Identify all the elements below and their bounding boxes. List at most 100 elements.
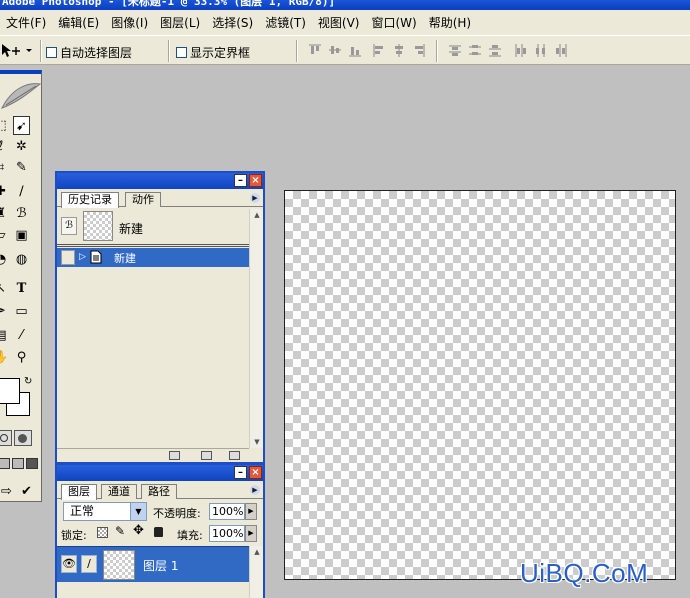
distribute-vertical-centers-icon[interactable] <box>468 43 482 58</box>
type-tool-icon[interactable]: T <box>13 279 30 298</box>
trash-icon[interactable] <box>229 451 240 460</box>
screen-mode-standard-icon[interactable] <box>0 458 10 469</box>
screen-mode-menubar-icon[interactable] <box>12 458 24 469</box>
distribute-horizontal-centers-icon[interactable] <box>534 43 548 58</box>
jump-to-imageready-icon[interactable]: ⇨ <box>0 482 15 501</box>
menu-help[interactable]: 帮助(H) <box>423 13 477 33</box>
screen-mode-full-icon[interactable] <box>26 458 38 469</box>
lock-position-icon[interactable]: ✥ <box>133 523 144 538</box>
distribute-top-edges-icon[interactable] <box>448 43 462 58</box>
new-snapshot-icon[interactable] <box>201 451 212 460</box>
clone-stamp-tool-icon[interactable]: ♜ <box>0 204 9 223</box>
align-buttons-group-2 <box>372 43 426 58</box>
history-scrollbar[interactable]: ▲ ▼ <box>249 209 263 448</box>
quick-mask-mode-icon[interactable] <box>14 430 32 446</box>
distribute-bottom-edges-icon[interactable] <box>488 43 502 58</box>
chevron-down-icon[interactable]: ▼ <box>130 503 146 520</box>
menu-view[interactable]: 视图(V) <box>312 13 366 33</box>
hand-tool-icon[interactable]: ✋ <box>0 348 9 367</box>
distribute-right-edges-icon[interactable] <box>554 43 568 58</box>
history-step-row[interactable]: ▷ 新建 <box>57 248 249 267</box>
panel-menu-arrow-icon[interactable]: ▶ <box>250 193 260 203</box>
menu-layer[interactable]: 图层(L) <box>154 13 206 33</box>
notes-tool-icon[interactable]: ▤ <box>0 326 9 345</box>
pen-tool-icon[interactable]: ✒ <box>0 302 9 321</box>
gradient-tool-icon[interactable]: ▣ <box>13 226 30 245</box>
tab-actions[interactable]: 动作 <box>125 192 161 207</box>
close-icon[interactable]: × <box>249 466 262 479</box>
minimize-icon[interactable]: – <box>234 466 247 479</box>
show-bounds-checkbox[interactable] <box>176 47 187 58</box>
zoom-tool-icon[interactable]: ⚲ <box>13 348 30 367</box>
menu-select[interactable]: 选择(S) <box>206 13 259 33</box>
brush-link-icon[interactable]: ∕ <box>81 555 97 573</box>
blend-mode-select[interactable]: 正常 ▼ <box>63 502 147 521</box>
layers-scrollbar[interactable]: ▲ <box>249 546 263 598</box>
history-state-slider-icon[interactable] <box>61 250 75 265</box>
fill-label: 填充: <box>177 529 203 542</box>
history-brush-tool-icon[interactable]: ℬ <box>13 204 30 223</box>
menu-filter[interactable]: 滤镜(T) <box>259 13 312 33</box>
auto-select-option[interactable]: 自动选择图层 <box>46 44 132 61</box>
align-top-edges-icon[interactable] <box>308 43 322 58</box>
align-vertical-centers-icon[interactable] <box>328 43 342 58</box>
scroll-up-icon[interactable]: ▲ <box>251 209 263 221</box>
lock-pixels-icon[interactable]: ✎ <box>115 524 125 538</box>
align-right-edges-icon[interactable] <box>412 43 426 58</box>
menu-window[interactable]: 窗口(W) <box>365 13 422 33</box>
opacity-field[interactable]: 100% <box>209 503 245 520</box>
history-bottom-bar <box>57 448 249 462</box>
scroll-down-icon[interactable]: ▼ <box>251 436 263 448</box>
tab-paths[interactable]: 路径 <box>141 484 177 499</box>
swap-colors-icon[interactable]: ↻ <box>24 376 32 387</box>
eraser-tool-icon[interactable]: ▱ <box>0 226 9 245</box>
auto-select-checkbox[interactable] <box>46 47 57 58</box>
edit-in-imageready-icon[interactable]: ✔ <box>18 482 35 501</box>
brush-tool-icon[interactable]: ∕ <box>13 182 30 201</box>
opacity-slider-arrow-icon[interactable]: ▶ <box>245 503 257 520</box>
align-horizontal-centers-icon[interactable] <box>392 43 406 58</box>
tab-channels[interactable]: 通道 <box>101 484 137 499</box>
lock-all-icon[interactable] <box>154 527 163 537</box>
history-panel-titlebar[interactable]: – × <box>57 173 263 189</box>
menu-image[interactable]: 图像(I) <box>105 13 154 33</box>
menu-file[interactable]: 文件(F) <box>0 13 52 33</box>
shape-tool-icon[interactable]: ▭ <box>13 302 30 321</box>
history-brush-source-icon[interactable]: ℬ <box>61 217 77 235</box>
new-document-from-state-icon[interactable] <box>169 451 180 460</box>
standard-mode-icon[interactable] <box>0 430 12 446</box>
show-bounds-option[interactable]: 显示定界框 <box>176 44 250 61</box>
healing-brush-tool-icon[interactable]: ✚ <box>0 182 9 201</box>
tab-layers[interactable]: 图层 <box>61 484 97 500</box>
magic-wand-tool-icon[interactable]: ✲ <box>13 137 30 156</box>
layer-thumbnail <box>103 550 135 580</box>
align-left-edges-icon[interactable] <box>372 43 386 58</box>
fill-slider-arrow-icon[interactable]: ▶ <box>245 525 257 542</box>
layer-row[interactable]: 👁 ∕ 图层 1 <box>57 546 249 582</box>
history-snapshot[interactable]: ℬ 新建 <box>57 209 249 245</box>
scroll-up-icon[interactable]: ▲ <box>251 546 263 558</box>
layers-panel-titlebar[interactable]: – × <box>57 465 263 481</box>
tool-preset-picker[interactable] <box>0 41 34 59</box>
align-bottom-edges-icon[interactable] <box>348 43 362 58</box>
close-icon[interactable]: × <box>249 174 262 187</box>
foreground-color-swatch[interactable] <box>0 378 20 404</box>
marquee-tool-icon[interactable]: ⬚ <box>0 116 9 135</box>
distribute-left-edges-icon[interactable] <box>514 43 528 58</box>
eyedropper-tool-icon[interactable]: ⁄ <box>13 326 30 345</box>
lock-transparency-icon[interactable] <box>97 527 108 538</box>
move-tool-icon[interactable]: ➹ <box>13 116 30 135</box>
eye-icon[interactable]: 👁 <box>61 555 77 573</box>
menu-edit[interactable]: 编辑(E) <box>52 13 105 33</box>
path-selection-tool-icon[interactable]: ↖ <box>0 279 9 298</box>
blur-tool-icon[interactable]: ◔ <box>0 250 9 269</box>
document-canvas[interactable] <box>284 190 676 580</box>
crop-tool-icon[interactable]: ⌗ <box>0 158 9 177</box>
tab-history[interactable]: 历史记录 <box>61 192 119 208</box>
fill-field[interactable]: 100% <box>209 525 245 542</box>
lasso-tool-icon[interactable]: ℓ <box>0 137 9 156</box>
panel-menu-arrow-icon[interactable]: ▶ <box>250 485 260 495</box>
slice-tool-icon[interactable]: ✎ <box>13 158 30 177</box>
dodge-tool-icon[interactable]: ◍ <box>13 250 30 269</box>
minimize-icon[interactable]: – <box>234 174 247 187</box>
